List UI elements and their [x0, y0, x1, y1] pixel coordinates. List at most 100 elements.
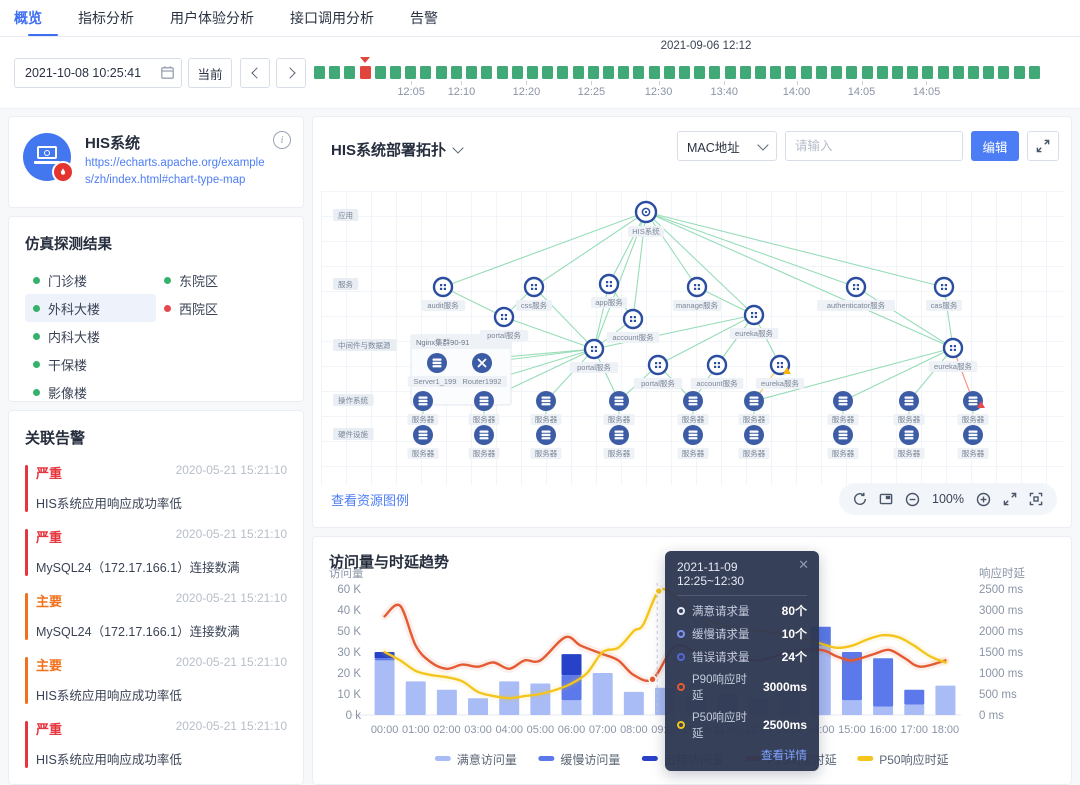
topology-node-服务器[interactable]: 服务器	[739, 391, 770, 425]
topology-node-服务器[interactable]: 服务器	[894, 425, 925, 459]
info-icon[interactable]: i	[273, 131, 291, 149]
tab-接口调用分析[interactable]: 接口调用分析	[272, 1, 392, 35]
timeline-block[interactable]	[466, 66, 477, 79]
topology-graph[interactable]: Nginx集群90-91HIS系统audit服务css服务app服务manage…	[321, 191, 1065, 485]
tab-告警[interactable]: 告警	[392, 1, 456, 35]
topology-node-cas服务[interactable]: cas服务	[926, 278, 962, 311]
timeline-block[interactable]	[922, 66, 933, 79]
legend-item-P50响应时延[interactable]: P50响应时延	[857, 752, 948, 767]
timeline-block[interactable]	[481, 66, 492, 79]
bar-满意访问量-00:00[interactable]	[375, 660, 395, 715]
topology-node-服务器[interactable]: 服务器	[531, 391, 562, 425]
timeline-block[interactable]	[983, 66, 994, 79]
timeline-block[interactable]	[329, 66, 340, 79]
timeline-block[interactable]	[1029, 66, 1040, 79]
topology-node-account服务[interactable]: account服务	[691, 356, 744, 389]
topology-node-服务器[interactable]: 服务器	[958, 425, 989, 459]
timeline-block[interactable]	[451, 66, 462, 79]
tab-概览[interactable]: 概览	[14, 1, 60, 35]
timeline-block[interactable]	[862, 66, 873, 79]
timeline-block[interactable]	[907, 66, 918, 79]
timeline-block[interactable]	[785, 66, 796, 79]
probe-item-门诊楼[interactable]: 门诊楼	[25, 266, 156, 294]
timeline-block[interactable]	[375, 66, 386, 79]
bar-缓慢访问量-16:00[interactable]	[873, 658, 893, 706]
topology-node-服务器[interactable]: 服务器	[739, 425, 770, 459]
timeline-block[interactable]	[344, 66, 355, 79]
bar-满意访问量-05:00[interactable]	[530, 684, 550, 716]
bar-满意访问量-15:00[interactable]	[842, 700, 862, 715]
timeline-block[interactable]	[998, 66, 1009, 79]
tab-用户体验分析[interactable]: 用户体验分析	[152, 1, 272, 35]
timeline-block[interactable]	[436, 66, 447, 79]
timeline-block[interactable]	[770, 66, 781, 79]
timeline-block[interactable]	[420, 66, 431, 79]
bar-缓慢访问量-17:00[interactable]	[904, 690, 924, 705]
bar-满意访问量-07:00[interactable]	[593, 673, 613, 715]
next-button[interactable]	[276, 58, 306, 88]
bar-满意访问量-03:00[interactable]	[468, 698, 488, 715]
close-icon[interactable]: ✕	[798, 557, 809, 573]
timeline-block[interactable]	[512, 66, 523, 79]
fullscreen-button[interactable]	[1027, 131, 1059, 161]
bar-出错访问量-06:00[interactable]	[562, 654, 582, 675]
probe-item-东院区[interactable]: 东院区	[156, 266, 287, 294]
bar-满意访问量-02:00[interactable]	[437, 690, 457, 715]
edit-button[interactable]: 编辑	[971, 131, 1019, 161]
topology-node-portal服务[interactable]: portal服务	[634, 356, 683, 389]
timeline-block[interactable]	[725, 66, 736, 79]
legend-item-缓慢访问量[interactable]: 缓慢访问量	[538, 753, 620, 767]
timeline-block[interactable]	[709, 66, 720, 79]
timeline-block[interactable]	[694, 66, 705, 79]
timeline-block[interactable]	[755, 66, 766, 79]
fit-screen-icon[interactable]	[1029, 492, 1043, 506]
topology-node-account服务[interactable]: account服务	[607, 310, 660, 343]
timeline-block[interactable]	[664, 66, 675, 79]
topology-node-css服务[interactable]: css服务	[516, 278, 552, 311]
topology-node-app服务[interactable]: app服务	[591, 275, 627, 308]
topology-node-服务器[interactable]: 服务器	[469, 425, 500, 459]
timeline-block[interactable]	[877, 66, 888, 79]
topology-node-服务器[interactable]: 服务器	[678, 391, 709, 425]
topology-node-服务器[interactable]: 服务器	[678, 425, 709, 459]
bar-满意访问量-01:00[interactable]	[406, 681, 426, 715]
topology-node-服务器[interactable]: 服务器	[408, 425, 439, 459]
timeline-block[interactable]	[740, 66, 751, 79]
date-picker[interactable]	[14, 58, 182, 88]
topology-node-服务器[interactable]: 服务器	[531, 425, 562, 459]
bar-满意访问量-08:00[interactable]	[624, 692, 644, 715]
topology-node-portal服务[interactable]: portal服务	[480, 308, 529, 341]
topology-node-服务器[interactable]: 服务器	[894, 391, 925, 425]
refresh-icon[interactable]	[853, 492, 867, 506]
probe-item-西院区[interactable]: 西院区	[156, 294, 287, 322]
timeline-block[interactable]	[679, 66, 690, 79]
timeline-block[interactable]	[846, 66, 857, 79]
probe-item-影像楼[interactable]: 影像楼	[25, 378, 156, 406]
timeline-block[interactable]	[618, 66, 629, 79]
timeline-block[interactable]	[968, 66, 979, 79]
timeline-block-alert[interactable]	[360, 66, 371, 79]
topology-node-服务器[interactable]: 服务器	[958, 391, 989, 425]
topology-node-manage服务[interactable]: manage服务	[673, 278, 722, 311]
expand-icon[interactable]	[1003, 492, 1017, 506]
bar-满意访问量-18:00[interactable]	[935, 686, 955, 715]
topology-node-eureka服务[interactable]: eureka服务	[756, 356, 805, 389]
timeline-block[interactable]	[633, 66, 644, 79]
timeline-block[interactable]	[953, 66, 964, 79]
topology-title[interactable]: HIS系统部署拓扑	[331, 139, 462, 160]
timeline-block[interactable]	[573, 66, 584, 79]
timeline-block[interactable]	[801, 66, 812, 79]
bar-满意访问量-17:00[interactable]	[904, 705, 924, 716]
topology-node-服务器[interactable]: 服务器	[828, 425, 859, 459]
prev-button[interactable]	[240, 58, 270, 88]
topology-node-HIS系统[interactable]: HIS系统	[628, 202, 664, 237]
timeline-block[interactable]	[938, 66, 949, 79]
alert-item[interactable]: 主要2020-05-21 15:21:10MySQL24（172.17.166.…	[25, 591, 287, 640]
timeline-block[interactable]	[314, 66, 325, 79]
application-url-link[interactable]: https://echarts.apache.org/examples/zh/i…	[85, 155, 269, 190]
zoom-in-icon[interactable]	[976, 492, 991, 507]
timeline-block[interactable]	[497, 66, 508, 79]
alert-item[interactable]: 严重2020-05-21 15:21:10HIS系统应用响应成功率低	[25, 719, 287, 768]
timeline-block[interactable]	[892, 66, 903, 79]
probe-item-干保楼[interactable]: 干保楼	[25, 350, 156, 378]
